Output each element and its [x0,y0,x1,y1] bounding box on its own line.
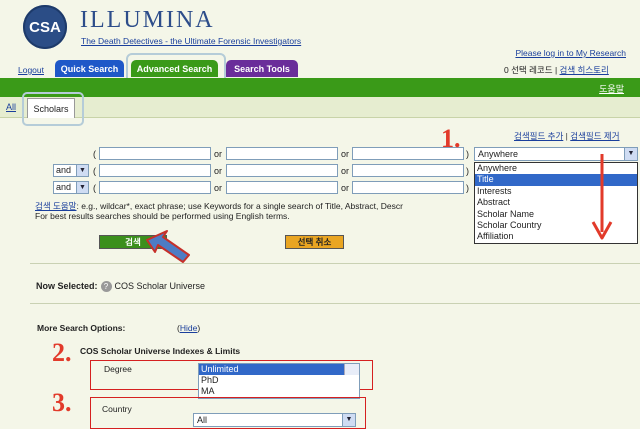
open-paren: ( [93,166,96,176]
selected-records-count: 0 선택 레코드 [504,65,553,75]
blue-pointer-arrow-icon [146,230,190,263]
tab-all[interactable]: All [6,102,16,112]
tab-scholars[interactable]: Scholars [27,98,75,118]
annotation-step-2: 2. [52,338,72,367]
chevron-down-icon: ▼ [624,148,637,160]
add-field-link[interactable]: 검색필드 추가 [514,131,563,141]
divider [30,303,640,304]
degree-label: Degree [104,364,132,374]
brand-title: ILLUMINA [80,7,215,33]
now-selected-label: Now Selected: [36,281,98,291]
degree-option[interactable]: MA [199,386,359,397]
country-label: Country [102,404,132,414]
degree-option[interactable]: PhD [199,375,359,386]
login-link[interactable]: Please log in to My Research [515,48,626,58]
close-paren: ) [466,149,469,159]
red-down-arrow-icon [591,154,613,240]
boolean-select-3[interactable]: and ▼ [53,181,89,194]
field-select-value: Anywhere [478,149,519,159]
degree-option-selected[interactable]: Unlimited [199,364,359,375]
annotation-step-3: 3. [52,388,72,417]
close-paren: ) [466,183,469,193]
csa-logo: CSA [23,5,67,49]
search-hint-english: For best results searches should be perf… [35,211,290,221]
indexes-title: COS Scholar Universe Indexes & Limits [80,346,241,356]
now-selected-value: COS Scholar Universe [114,281,206,291]
header: CSA ILLUMINA The Death Detectives - the … [0,0,640,87]
tab-advanced-search[interactable]: Advanced Search [131,60,218,77]
search-help-link[interactable]: 검색 도움말 [35,201,76,211]
help-link[interactable]: 도움말 [599,82,624,95]
field-links-separator: | [565,131,568,141]
search-input-1b[interactable] [226,147,338,160]
open-paren: ( [93,183,96,193]
or-label: or [214,183,223,193]
open-paren: ( [93,149,96,159]
or-label: or [214,149,223,159]
hide-close-paren: ) [197,323,201,333]
boolean-value: and [56,165,72,175]
database-tab-bar [0,97,640,118]
records-separator: | [554,65,558,75]
search-input-2b[interactable] [226,164,338,177]
clear-selection-button[interactable]: 선택 취소 [285,235,344,249]
tab-quick-search[interactable]: Quick Search [55,60,124,77]
help-icon[interactable]: ? [100,281,112,293]
search-hint-text: : e.g., wildcar*, exact phrase; use Keyw… [76,201,403,211]
logout-link[interactable]: Logout [18,65,44,75]
chevron-down-icon: ▼ [76,182,88,193]
boolean-select-2[interactable]: and ▼ [53,164,89,177]
degree-scrollbar[interactable] [344,364,359,375]
field-links: 검색필드 추가 | 검색필드 제거 [514,130,620,142]
search-input-2c[interactable] [352,164,464,177]
or-label: or [341,166,350,176]
or-label: or [214,166,223,176]
more-options-label: More Search Options: [37,323,126,333]
annotation-step-1: 1. [441,124,461,153]
or-label: or [341,183,350,193]
hide-toggle: (Hide) [177,323,200,333]
search-input-2a[interactable] [99,164,211,177]
search-input-3b[interactable] [226,181,338,194]
tab-search-tools[interactable]: Search Tools [226,60,298,77]
remove-field-link[interactable]: 검색필드 제거 [570,131,619,141]
boolean-value: and [56,182,72,192]
country-select[interactable]: All ▼ [193,413,356,427]
hide-link[interactable]: Hide [180,323,197,333]
or-label: or [341,149,350,159]
close-paren: ) [466,166,469,176]
now-selected: Now Selected:? COS Scholar Universe [36,281,206,293]
chevron-down-icon: ▼ [76,165,88,176]
divider [30,263,640,264]
search-input-3c[interactable] [352,181,464,194]
logo-text: CSA [29,18,61,36]
main-nav-bar [0,78,640,97]
degree-listbox[interactable]: Unlimited PhD MA [198,363,360,399]
search-history-link[interactable]: 검색 히스토리 [560,65,609,75]
search-input-3a[interactable] [99,181,211,194]
country-select-value: All [197,415,208,425]
search-input-1a[interactable] [99,147,211,160]
chevron-down-icon: ▼ [342,414,355,426]
tagline-link[interactable]: The Death Detectives - the Ultimate Fore… [81,36,301,46]
records-status: 0 선택 레코드 | 검색 히스토리 [504,64,609,76]
